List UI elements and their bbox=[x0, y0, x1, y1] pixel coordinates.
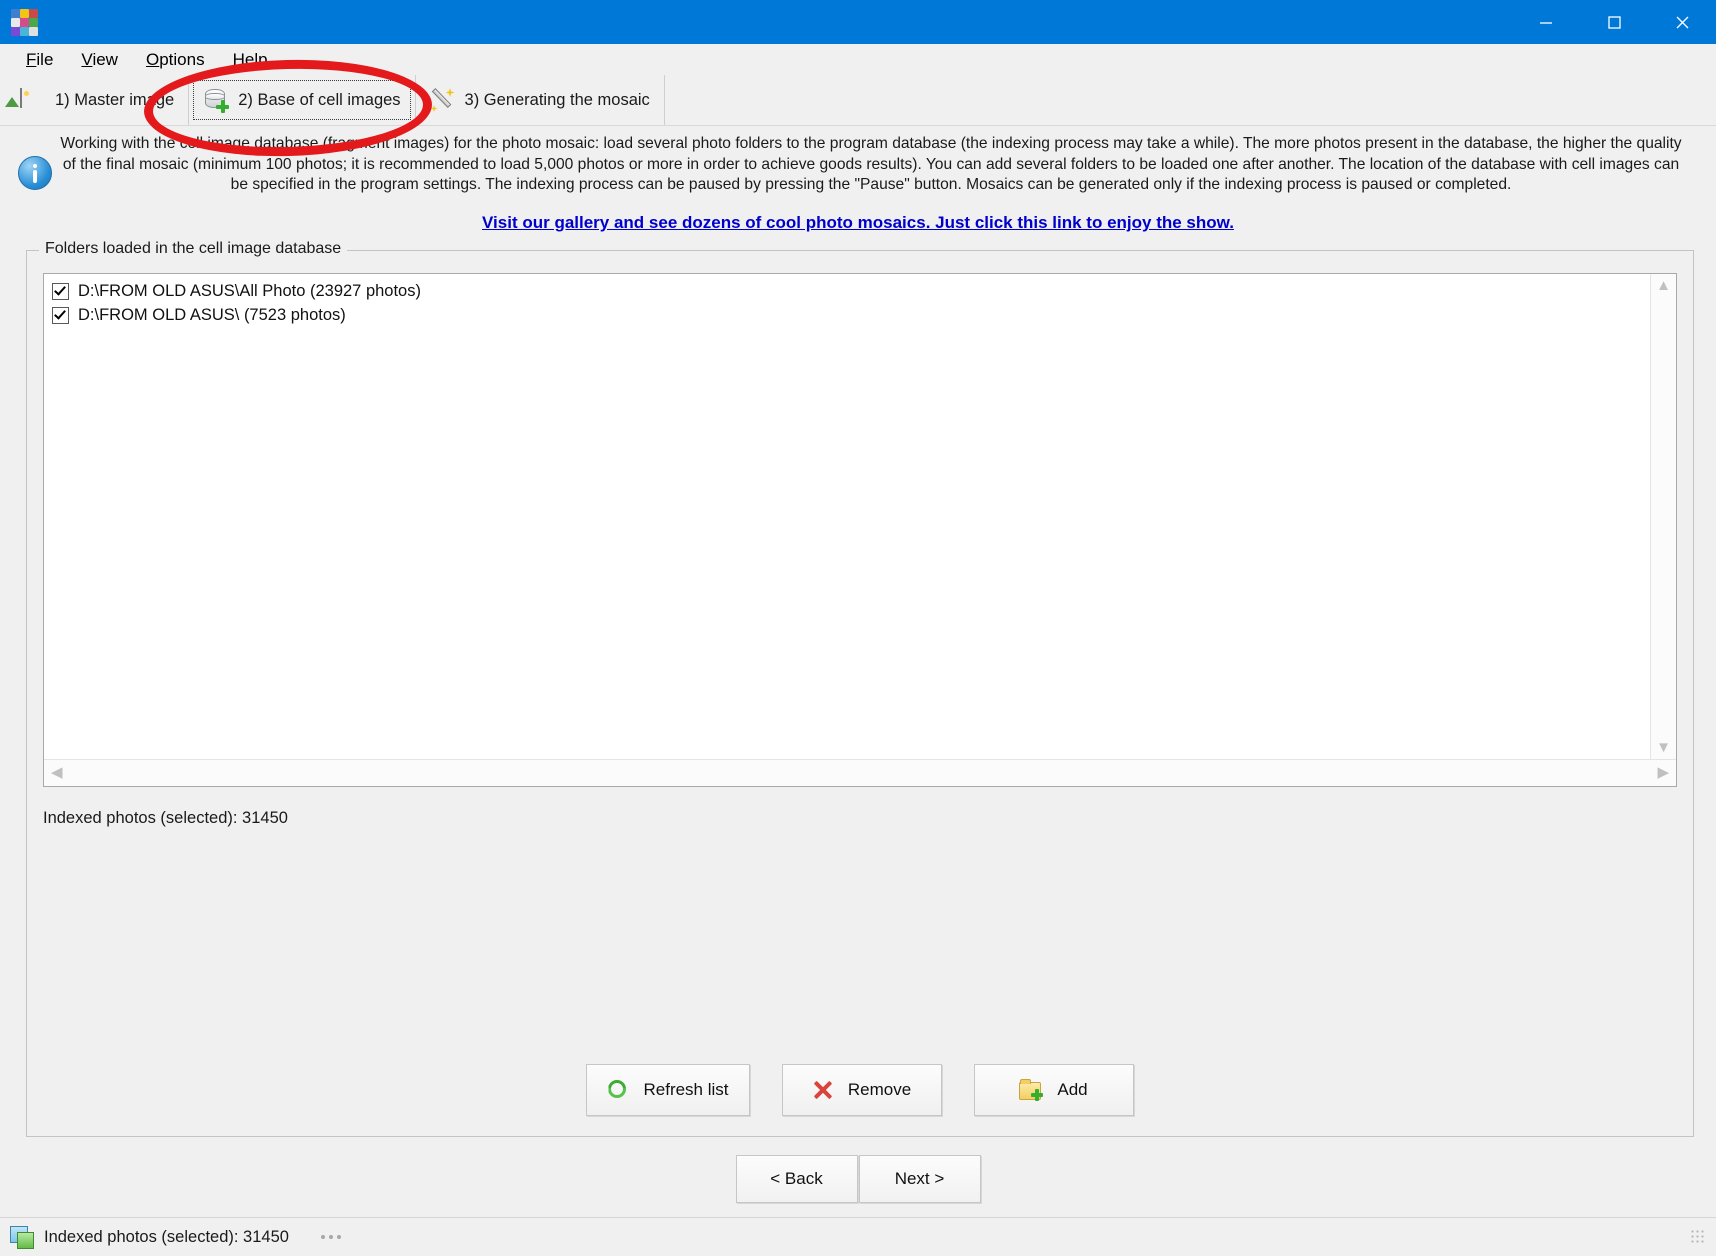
remove-label: Remove bbox=[847, 1080, 912, 1099]
next-button[interactable]: Next > bbox=[858, 1155, 981, 1203]
chevron-left-icon[interactable]: ◀ bbox=[51, 765, 63, 780]
add-button[interactable]: Add bbox=[973, 1064, 1134, 1116]
window-controls bbox=[1512, 0, 1716, 44]
menu-file-label: ile bbox=[36, 49, 54, 69]
x-icon bbox=[812, 1079, 834, 1101]
database-add-icon bbox=[203, 87, 230, 113]
close-button[interactable] bbox=[1648, 0, 1716, 44]
gallery-link[interactable]: Visit our gallery and see dozens of cool… bbox=[0, 213, 1716, 233]
menu-file[interactable]: File bbox=[12, 47, 67, 73]
folder-add-icon bbox=[1019, 1078, 1044, 1101]
tab-generating-the-mosaic[interactable]: 3) Generating the mosaic bbox=[416, 75, 665, 125]
folder-checkbox[interactable] bbox=[52, 307, 69, 325]
folder-checkbox[interactable] bbox=[52, 283, 69, 301]
tab-base-of-cell-images-label: 2) Base of cell images bbox=[238, 90, 401, 109]
folders-groupbox: Folders loaded in the cell image databas… bbox=[26, 239, 1694, 1137]
chevron-right-icon[interactable]: ▶ bbox=[1657, 765, 1669, 780]
folders-list[interactable]: D:\FROM OLD ASUS\All Photo (23927 photos… bbox=[43, 272, 1677, 787]
tab-master-image-label: 1) Master image bbox=[55, 90, 175, 109]
magic-wand-icon bbox=[430, 87, 456, 113]
application-window: File View Options Help 1) Master image 2… bbox=[0, 0, 1716, 1256]
tab-generating-the-mosaic-label: 3) Generating the mosaic bbox=[464, 90, 650, 109]
indexed-photos-label: Indexed photos (selected): 31450 bbox=[43, 808, 288, 827]
folder-actions: Refresh list Remove Add bbox=[43, 1064, 1677, 1122]
chevron-up-icon[interactable]: ▲ bbox=[1656, 278, 1671, 293]
maximize-button[interactable] bbox=[1580, 0, 1648, 44]
folder-path: D:\FROM OLD ASUS\All Photo (23927 photos… bbox=[78, 282, 421, 301]
tab-base-of-cell-images[interactable]: 2) Base of cell images bbox=[189, 75, 416, 125]
menu-view[interactable]: View bbox=[67, 47, 132, 73]
info-panel: Working with the cell image database (fr… bbox=[0, 126, 1716, 196]
activity-indicator bbox=[320, 1235, 341, 1239]
app-logo-icon bbox=[11, 9, 38, 36]
info-icon bbox=[18, 156, 58, 190]
menu-options-label: ptions bbox=[159, 49, 205, 69]
wizard-navigation: < Back Next > bbox=[0, 1137, 1716, 1217]
minimize-button[interactable] bbox=[1512, 0, 1580, 44]
folders-groupbox-title: Folders loaded in the cell image databas… bbox=[39, 239, 348, 258]
mosaic-icon bbox=[10, 1226, 34, 1249]
list-item[interactable]: D:\FROM OLD ASUS\All Photo (23927 photos… bbox=[52, 280, 1650, 304]
info-text: Working with the cell image database (fr… bbox=[60, 135, 1682, 194]
menu-view-label: iew bbox=[92, 49, 118, 69]
wizard-tab-strip: 1) Master image 2) Base of cell images 3… bbox=[0, 75, 1716, 126]
remove-button[interactable]: Remove bbox=[781, 1064, 942, 1116]
menu-help[interactable]: Help bbox=[219, 47, 282, 73]
folder-path: D:\FROM OLD ASUS\ (7523 photos) bbox=[78, 306, 346, 325]
menu-help-label: elp bbox=[244, 49, 268, 69]
refresh-icon bbox=[607, 1079, 629, 1101]
menu-bar: File View Options Help bbox=[0, 44, 1716, 75]
vertical-scrollbar[interactable]: ▲ ▼ bbox=[1650, 273, 1676, 759]
refresh-list-label: Refresh list bbox=[643, 1080, 729, 1099]
title-bar bbox=[0, 0, 1716, 44]
folders-list-body: D:\FROM OLD ASUS\All Photo (23927 photos… bbox=[44, 274, 1650, 759]
resize-grip[interactable] bbox=[1690, 1229, 1706, 1245]
menu-options[interactable]: Options bbox=[132, 47, 219, 73]
picture-icon bbox=[20, 87, 46, 113]
back-button[interactable]: < Back bbox=[735, 1155, 858, 1203]
horizontal-scrollbar[interactable]: ◀ ▶ bbox=[44, 758, 1676, 786]
add-label: Add bbox=[1057, 1080, 1088, 1099]
status-text: Indexed photos (selected): 31450 bbox=[44, 1227, 289, 1246]
refresh-list-button[interactable]: Refresh list bbox=[586, 1064, 750, 1116]
tab-master-image[interactable]: 1) Master image bbox=[6, 75, 190, 125]
list-item[interactable]: D:\FROM OLD ASUS\ (7523 photos) bbox=[52, 304, 1650, 328]
status-bar: Indexed photos (selected): 31450 bbox=[0, 1217, 1716, 1256]
chevron-down-icon[interactable]: ▼ bbox=[1656, 740, 1671, 755]
